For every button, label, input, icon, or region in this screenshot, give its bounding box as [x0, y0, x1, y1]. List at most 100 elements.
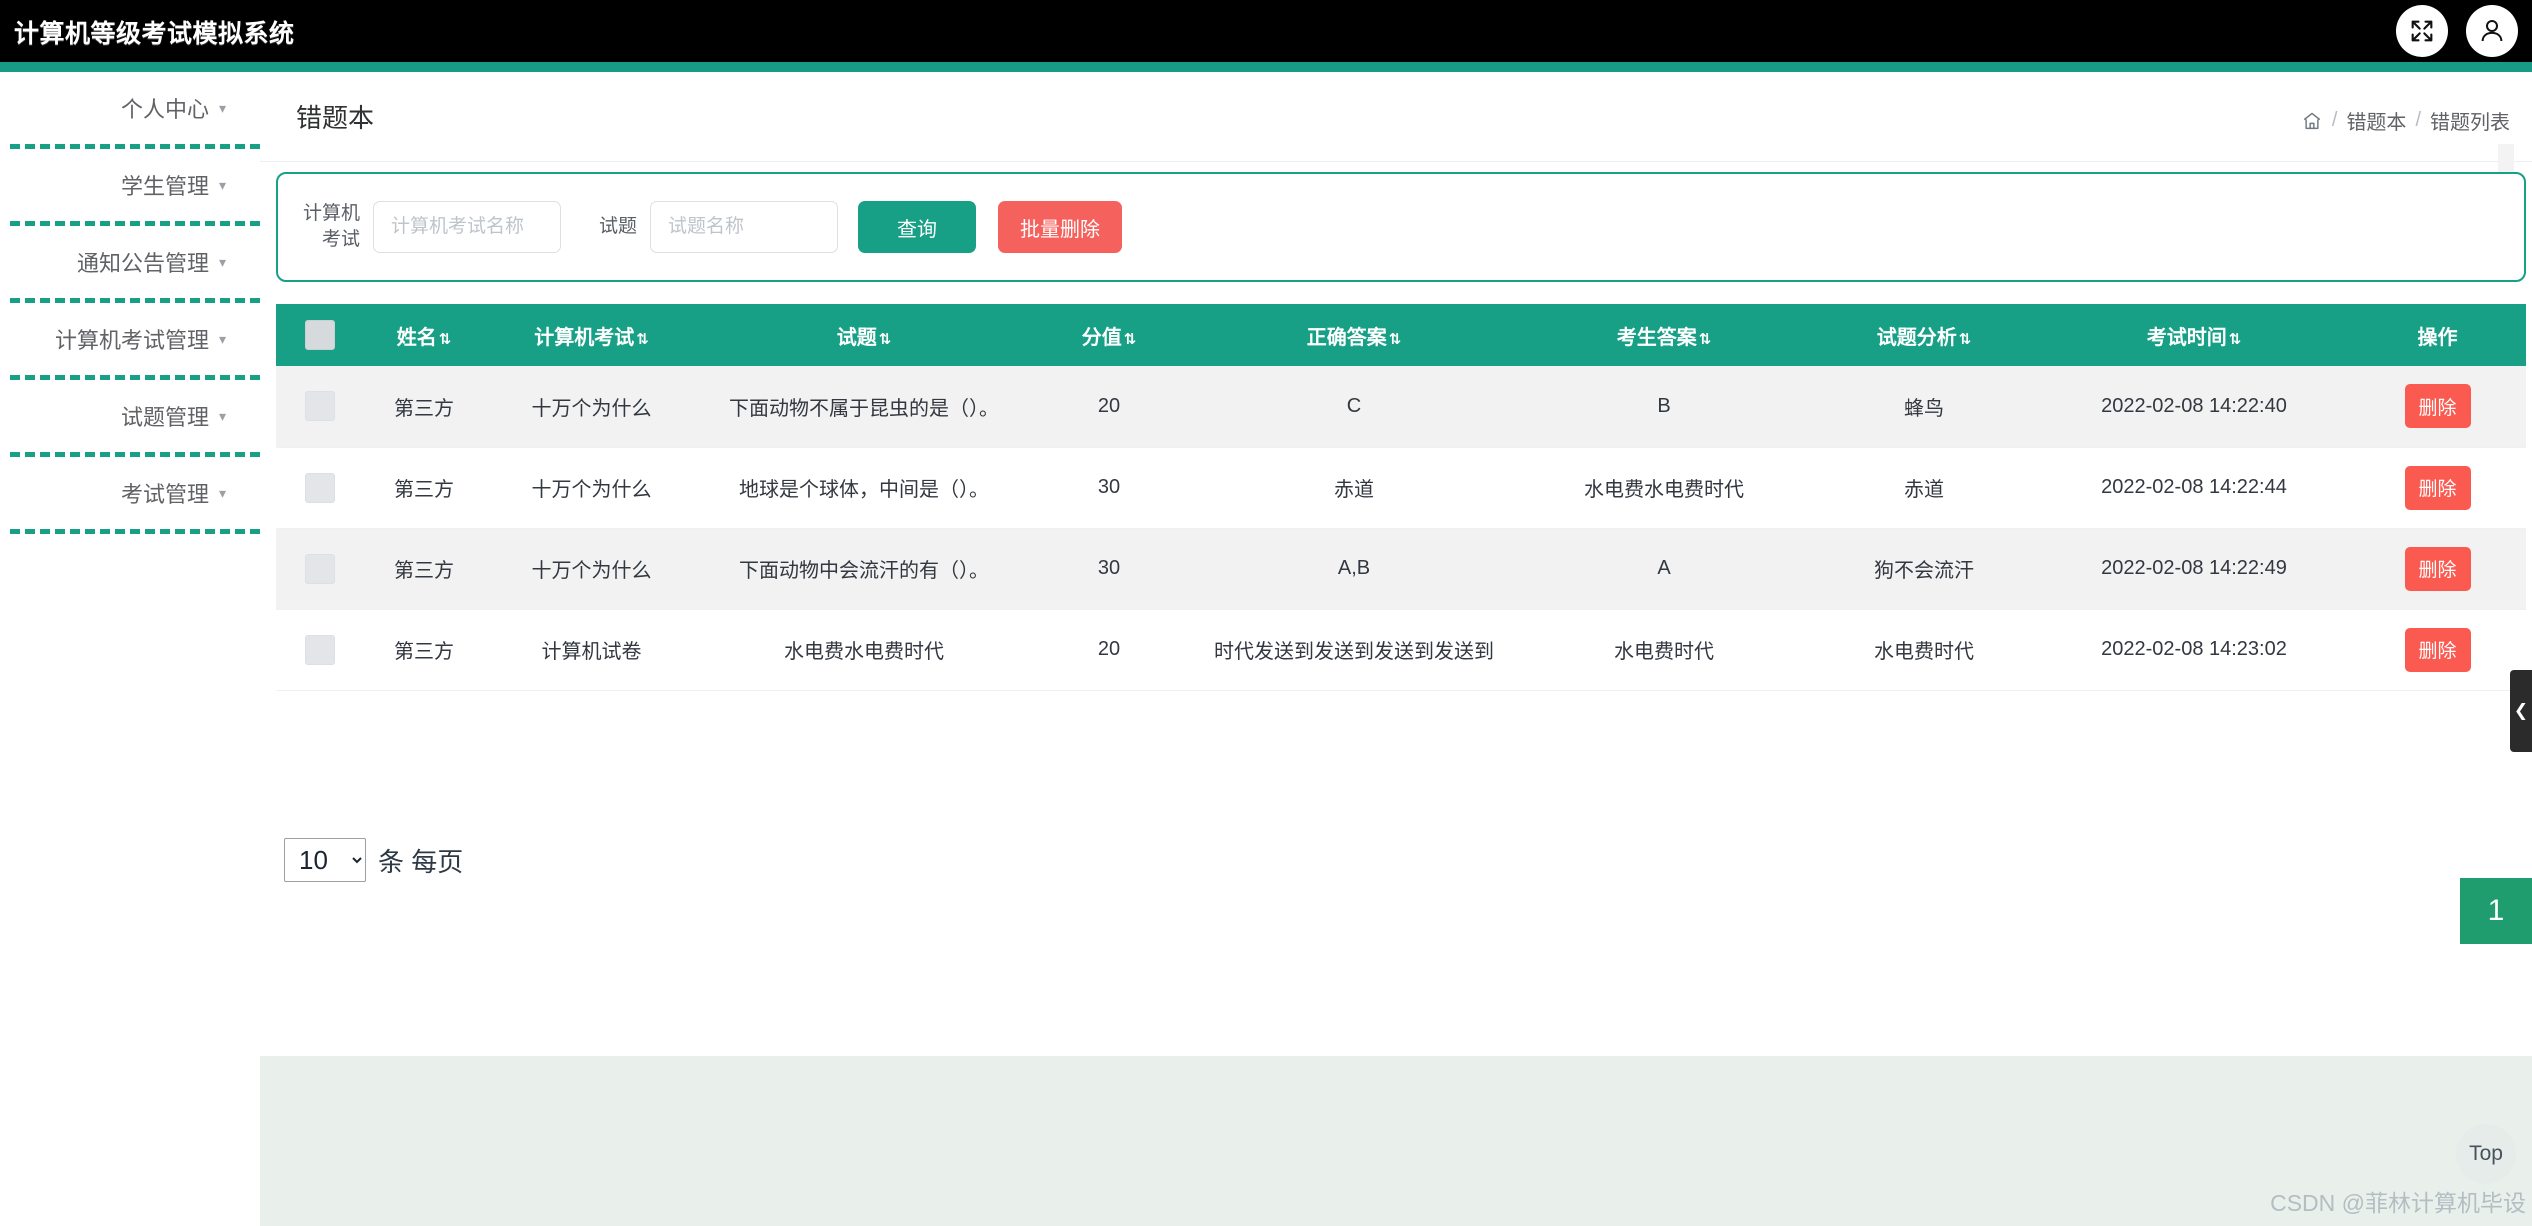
brand-strip [0, 62, 2532, 72]
column-label: 试题分析 [1876, 326, 1957, 349]
row-delete-button[interactable]: 删除 [2404, 627, 2471, 672]
main-content: 错题本 / 错题本 / 错题列表 计算机考试 试题 [260, 72, 2532, 1226]
sidebar: 个人中心 ▾ 学生管理 ▾ 通知公告管理 ▾ 计算机考试管理 ▾ 试题管理 ▾ … [0, 72, 260, 1226]
cell-correct-answer: 赤道 [1189, 447, 1519, 529]
chevron-left-icon[interactable]: ❮ [2510, 670, 2532, 752]
wrong-questions-table: 姓名 ⇅ 计算机考试 ⇅ 试题 ⇅ 分值 ⇅ 正确答案 ⇅ 考生答案 ⇅ 试题分析 ⇅ 考试时… [276, 304, 2526, 691]
column-header-name[interactable]: 姓名 ⇅ [364, 304, 484, 366]
page-header: 错题本 / 错题本 / 错题列表 [260, 72, 2532, 214]
cell-score: 30 [1029, 528, 1189, 610]
row-delete-button[interactable]: 删除 [2404, 546, 2471, 591]
cell-student-answer: B [1519, 366, 1809, 448]
top-header-bar: 计算机等级考试模拟系统 [0, 0, 2532, 62]
app-root: 计算机等级考试模拟系统 个人中心 ▾ 学生管理 ▾ 通知公告管理 ▾ 计算机考试… [0, 0, 2532, 1226]
table-row: 第三方 十万个为什么 下面动物中会流汗的有（）。 30 A,B A 狗不会流汗 … [276, 528, 2526, 610]
page-title: 错题本 [296, 103, 375, 133]
sidebar-divider [10, 529, 260, 534]
cell-question: 地球是个球体，中间是（）。 [699, 447, 1029, 529]
sort-icon[interactable]: ⇅ [1959, 331, 1972, 348]
home-icon[interactable] [2301, 110, 2323, 132]
cell-question: 下面动物不属于昆虫的是（）。 [699, 366, 1029, 448]
column-header-correct-answer[interactable]: 正确答案 ⇅ [1189, 304, 1519, 366]
row-checkbox[interactable] [305, 391, 335, 422]
column-header-exam-time[interactable]: 考试时间 ⇅ [2039, 304, 2349, 366]
row-checkbox[interactable] [305, 472, 335, 503]
sidebar-item-label: 计算机考试管理 [54, 328, 209, 353]
column-header-question[interactable]: 试题 ⇅ [699, 304, 1029, 366]
breadcrumb: / 错题本 / 错题列表 [2301, 106, 2510, 135]
watermark-text: CSDN @菲林计算机毕设 [2270, 1190, 2526, 1216]
sort-icon[interactable]: ⇅ [1124, 331, 1137, 348]
cell-name: 第三方 [364, 366, 484, 448]
cell-score: 30 [1029, 447, 1189, 529]
table-body: 第三方 十万个为什么 下面动物不属于昆虫的是（）。 20 C B 蜂鸟 2022… [276, 366, 2526, 691]
sort-icon[interactable]: ⇅ [879, 331, 892, 348]
row-select-cell [276, 528, 364, 610]
row-delete-button[interactable]: 删除 [2404, 384, 2471, 429]
sidebar-item-3[interactable]: 计算机考试管理 ▾ [0, 303, 260, 375]
query-button[interactable]: 查询 [858, 201, 976, 253]
page-number-button[interactable]: 1 [2460, 878, 2532, 944]
question-filter-label: 试题 [598, 216, 637, 237]
sort-icon[interactable]: ⇅ [2229, 331, 2242, 348]
column-header-score[interactable]: 分值 ⇅ [1029, 304, 1189, 366]
table-row: 第三方 十万个为什么 下面动物不属于昆虫的是（）。 20 C B 蜂鸟 2022… [276, 366, 2526, 448]
sidebar-item-5[interactable]: 考试管理 ▾ [0, 457, 260, 529]
cell-exam-time: 2022-02-08 14:22:40 [2039, 366, 2349, 448]
sort-icon[interactable]: ⇅ [439, 331, 452, 348]
cell-analysis: 水电费时代 [1809, 609, 2039, 691]
sidebar-item-label: 个人中心 [120, 97, 209, 122]
column-label: 分值 [1081, 326, 1122, 349]
cell-analysis: 赤道 [1809, 447, 2039, 529]
cell-name: 第三方 [364, 447, 484, 529]
sidebar-item-label: 学生管理 [120, 174, 209, 199]
row-delete-button[interactable]: 删除 [2404, 465, 2471, 510]
column-header-student-answer[interactable]: 考生答案 ⇅ [1519, 304, 1809, 366]
sidebar-item-4[interactable]: 试题管理 ▾ [0, 380, 260, 452]
cell-operation: 删除 [2349, 366, 2526, 448]
cell-analysis: 狗不会流汗 [1809, 528, 2039, 610]
table-header: 姓名 ⇅ 计算机考试 ⇅ 试题 ⇅ 分值 ⇅ 正确答案 ⇅ 考生答案 ⇅ 试题分析 ⇅ 考试时… [276, 304, 2526, 366]
sidebar-item-0[interactable]: 个人中心 ▾ [0, 72, 260, 144]
cell-exam-time: 2022-02-08 14:23:02 [2039, 609, 2349, 691]
page-size-suffix: 条 每页 [378, 846, 464, 877]
sidebar-item-2[interactable]: 通知公告管理 ▾ [0, 226, 260, 298]
sort-icon[interactable]: ⇅ [1699, 331, 1712, 348]
select-all-checkbox[interactable] [305, 320, 335, 350]
table-row: 第三方 十万个为什么 地球是个球体，中间是（）。 30 赤道 水电费水电费时代 … [276, 447, 2526, 529]
app-title: 计算机等级考试模拟系统 [14, 20, 295, 48]
user-avatar-icon[interactable] [2466, 5, 2518, 57]
cell-correct-answer: C [1189, 366, 1519, 448]
row-select-cell [276, 366, 364, 448]
row-checkbox[interactable] [305, 553, 335, 584]
exam-name-input[interactable] [373, 201, 561, 253]
cell-name: 第三方 [364, 609, 484, 691]
breadcrumb-item-1[interactable]: 错题列表 [2430, 106, 2510, 135]
cell-operation: 删除 [2349, 609, 2526, 691]
fullscreen-icon[interactable] [2396, 5, 2448, 57]
column-header-exam[interactable]: 计算机考试 ⇅ [484, 304, 699, 366]
sort-icon[interactable]: ⇅ [1389, 331, 1402, 348]
batch-delete-button[interactable]: 批量删除 [998, 201, 1122, 253]
breadcrumb-item-0[interactable]: 错题本 [2346, 106, 2406, 135]
column-header-operation: 操作 [2349, 304, 2526, 366]
scroll-to-top-button[interactable]: Top [2456, 1124, 2516, 1184]
sidebar-item-label: 试题管理 [120, 405, 209, 430]
cell-exam: 十万个为什么 [484, 528, 699, 610]
breadcrumb-separator: / [2331, 109, 2338, 131]
column-label: 考试时间 [2146, 326, 2227, 349]
chevron-down-icon: ▾ [218, 176, 226, 193]
column-label: 计算机考试 [534, 326, 635, 349]
cell-score: 20 [1029, 609, 1189, 691]
question-name-input[interactable] [650, 201, 838, 253]
chevron-down-icon: ▾ [218, 99, 226, 116]
header-icon-group [2396, 5, 2518, 57]
bottom-panel [260, 1056, 2532, 1226]
sidebar-item-1[interactable]: 学生管理 ▾ [0, 149, 260, 221]
cell-student-answer: 水电费水电费时代 [1519, 447, 1809, 529]
row-checkbox[interactable] [305, 634, 335, 665]
chevron-down-icon: ▾ [218, 330, 226, 347]
page-size-select[interactable]: 102050100 [284, 838, 366, 882]
column-header-analysis[interactable]: 试题分析 ⇅ [1809, 304, 2039, 366]
sort-icon[interactable]: ⇅ [636, 331, 649, 348]
